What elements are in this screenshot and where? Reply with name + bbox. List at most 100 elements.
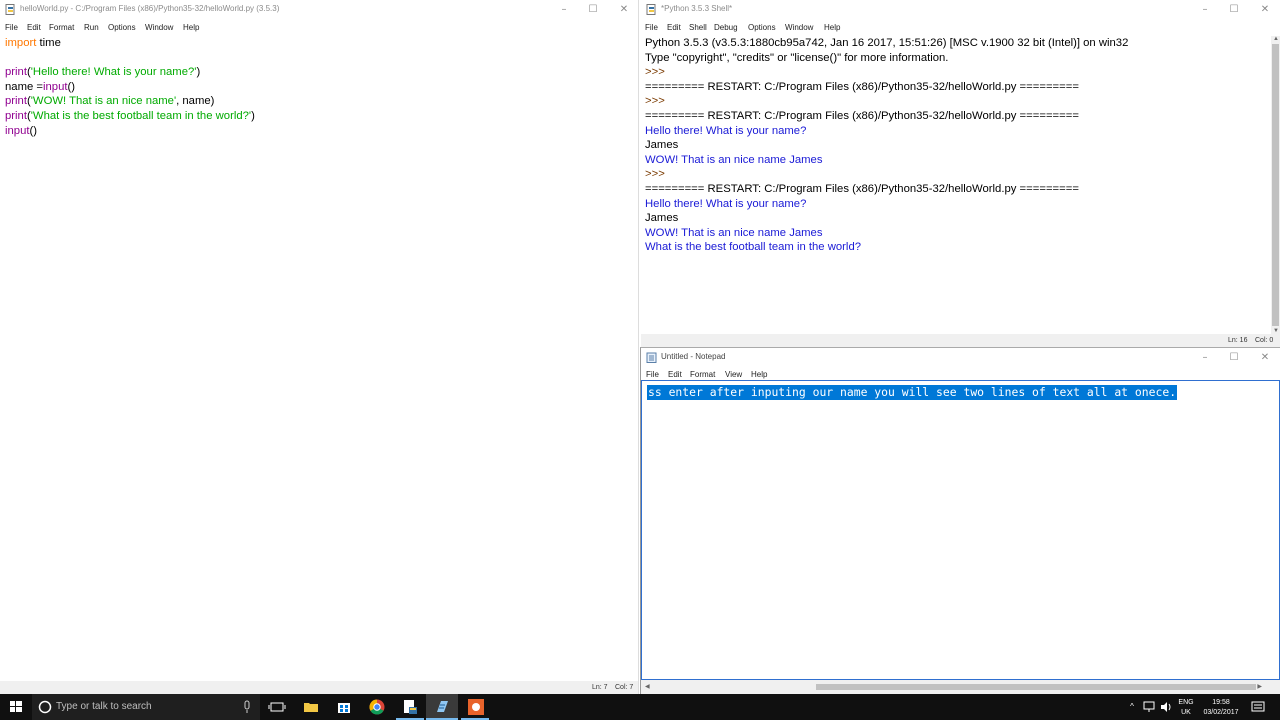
idle-icon[interactable] (401, 698, 419, 716)
code-string: 'Hello there! What is your name?' (30, 66, 197, 79)
taskbar: Type or talk to search ^ ENG UK 19:58 03… (0, 694, 1280, 720)
clock-date: 03/02/2017 (1203, 709, 1239, 716)
menu-format[interactable]: Format (49, 23, 74, 32)
shell-output[interactable]: Python 3.5.3 (v3.5.3:1880cb95a742, Jan 1… (645, 36, 1128, 255)
language-indicator[interactable]: ENG UK (1174, 694, 1198, 720)
notepad-title: Untitled - Notepad (661, 352, 726, 361)
maximize-button[interactable]: ☐ (578, 0, 608, 20)
menu-window[interactable]: Window (145, 23, 173, 32)
task-view-icon[interactable] (268, 698, 286, 716)
shell-line: Type "copyright", "credits" or "license(… (645, 51, 949, 64)
close-button[interactable]: ✕ (609, 0, 638, 20)
menu-help[interactable]: Help (751, 370, 767, 379)
shell-line: >>> (645, 66, 668, 79)
notepad-titlebar[interactable]: Untitled - Notepad – ☐ ✕ (641, 348, 1280, 368)
windows-logo-icon (10, 701, 22, 712)
menu-shell[interactable]: Shell (689, 23, 707, 32)
selected-text[interactable]: ss enter after inputing our name you wil… (647, 385, 1178, 400)
code-builtin: print (5, 66, 27, 79)
clock[interactable]: 19:58 03/02/2017 (1200, 694, 1242, 720)
shell-line: ========= RESTART: C:/Program Files (x86… (645, 80, 1079, 93)
menu-help[interactable]: Help (824, 23, 840, 32)
network-icon[interactable] (1143, 701, 1157, 713)
file-explorer-icon[interactable] (302, 698, 320, 716)
minimize-button[interactable]: – (549, 0, 579, 20)
editor-title: helloWorld.py - C:/Program Files (x86)/P… (20, 4, 280, 13)
notepad-taskbar-icon (437, 701, 448, 712)
menu-format[interactable]: Format (690, 370, 715, 379)
notepad-icon (646, 352, 657, 363)
scrollbar-thumb[interactable] (816, 684, 1256, 690)
python-file-icon (5, 4, 15, 15)
code-builtin: print (5, 95, 27, 108)
menu-debug[interactable]: Debug (714, 23, 738, 32)
scrollbar-thumb[interactable] (1272, 44, 1279, 326)
menu-help[interactable]: Help (183, 23, 199, 32)
close-button[interactable]: ✕ (1250, 0, 1280, 20)
menu-file[interactable]: File (5, 23, 18, 32)
notepad-window[interactable]: Untitled - Notepad – ☐ ✕ File Edit Forma… (640, 347, 1280, 694)
menu-file[interactable]: File (646, 370, 659, 379)
import-module: time (36, 37, 61, 49)
store-icon[interactable] (335, 698, 353, 716)
shell-line: >>> (645, 95, 668, 108)
shell-titlebar[interactable]: *Python 3.5.3 Shell* – ☐ ✕ (641, 0, 1280, 20)
shell-line: WOW! That is an nice name James (645, 153, 823, 166)
region-code: UK (1181, 709, 1191, 716)
shell-line: James (645, 139, 679, 152)
maximize-button[interactable]: ☐ (1219, 348, 1249, 368)
action-center-icon[interactable] (1251, 701, 1265, 713)
search-box[interactable]: Type or talk to search (32, 694, 260, 720)
scroll-up-icon[interactable]: ▲ (1273, 36, 1279, 42)
shell-title: *Python 3.5.3 Shell* (661, 4, 733, 13)
shell-line: Python 3.5.3 (v3.5.3:1880cb95a742, Jan 1… (645, 37, 1129, 49)
menu-view[interactable]: View (725, 370, 742, 379)
menu-edit[interactable]: Edit (668, 370, 682, 379)
maximize-button[interactable]: ☐ (1219, 0, 1249, 20)
chevron-up-icon[interactable]: ^ (1126, 694, 1138, 720)
column-number: Col: 0 (1255, 337, 1274, 344)
menu-options[interactable]: Options (748, 23, 776, 32)
line-number: Ln: 7 (592, 684, 608, 691)
notepad-text-area[interactable]: ss enter after inputing our name you wil… (641, 380, 1280, 680)
menu-run[interactable]: Run (84, 23, 99, 32)
code-paren: ) (251, 109, 255, 122)
shell-line: WOW! That is an nice name James (645, 226, 823, 239)
python-shell-window[interactable]: *Python 3.5.3 Shell* – ☐ ✕ File Edit She… (641, 0, 1280, 347)
code-editor-text[interactable]: import time ​ print('Hello there! What i… (5, 36, 255, 138)
recorder-app-icon[interactable] (467, 698, 485, 716)
volume-icon[interactable] (1160, 701, 1172, 713)
shell-line: James (645, 212, 679, 225)
editor-titlebar[interactable]: helloWorld.py - C:/Program Files (x86)/P… (0, 0, 638, 20)
microphone-icon[interactable] (243, 700, 251, 714)
code-text: () (67, 80, 76, 93)
code-builtin: input (43, 80, 68, 93)
code-text: () (29, 124, 38, 137)
idle-editor-window[interactable]: helloWorld.py - C:/Program Files (x86)/P… (0, 0, 639, 694)
notepad-horizontal-scrollbar[interactable]: ◀ ▶ (641, 680, 1280, 694)
minimize-button[interactable]: – (1190, 348, 1220, 368)
cortana-icon (38, 700, 52, 714)
shell-line: Hello there! What is your name? (645, 197, 807, 210)
editor-statusbar: Ln: 7 Col: 7 (0, 681, 638, 694)
start-button[interactable] (0, 694, 32, 720)
menu-file[interactable]: File (645, 23, 658, 32)
shell-vertical-scrollbar[interactable]: ▲ ▼ (1271, 36, 1280, 334)
code-string: 'What is the best football team in the w… (30, 109, 252, 122)
menu-options[interactable]: Options (108, 23, 136, 32)
notepad-taskbar-button[interactable] (426, 694, 458, 720)
close-button[interactable]: ✕ (1250, 348, 1280, 368)
menu-edit[interactable]: Edit (27, 23, 41, 32)
menu-edit[interactable]: Edit (667, 23, 681, 32)
shell-line: ========= RESTART: C:/Program Files (x86… (645, 182, 1079, 195)
minimize-button[interactable]: – (1190, 0, 1220, 20)
chrome-icon[interactable] (368, 698, 386, 716)
code-string: 'WOW! That is an nice name' (30, 95, 177, 108)
shell-line: Hello there! What is your name? (645, 124, 807, 137)
scroll-right-icon[interactable]: ▶ (1257, 683, 1262, 690)
code-builtin: input (5, 124, 30, 137)
scroll-left-icon[interactable]: ◀ (645, 683, 650, 690)
editor-menubar: File Edit Format Run Options Window Help (0, 20, 638, 35)
search-placeholder: Type or talk to search (56, 701, 152, 712)
menu-window[interactable]: Window (785, 23, 813, 32)
